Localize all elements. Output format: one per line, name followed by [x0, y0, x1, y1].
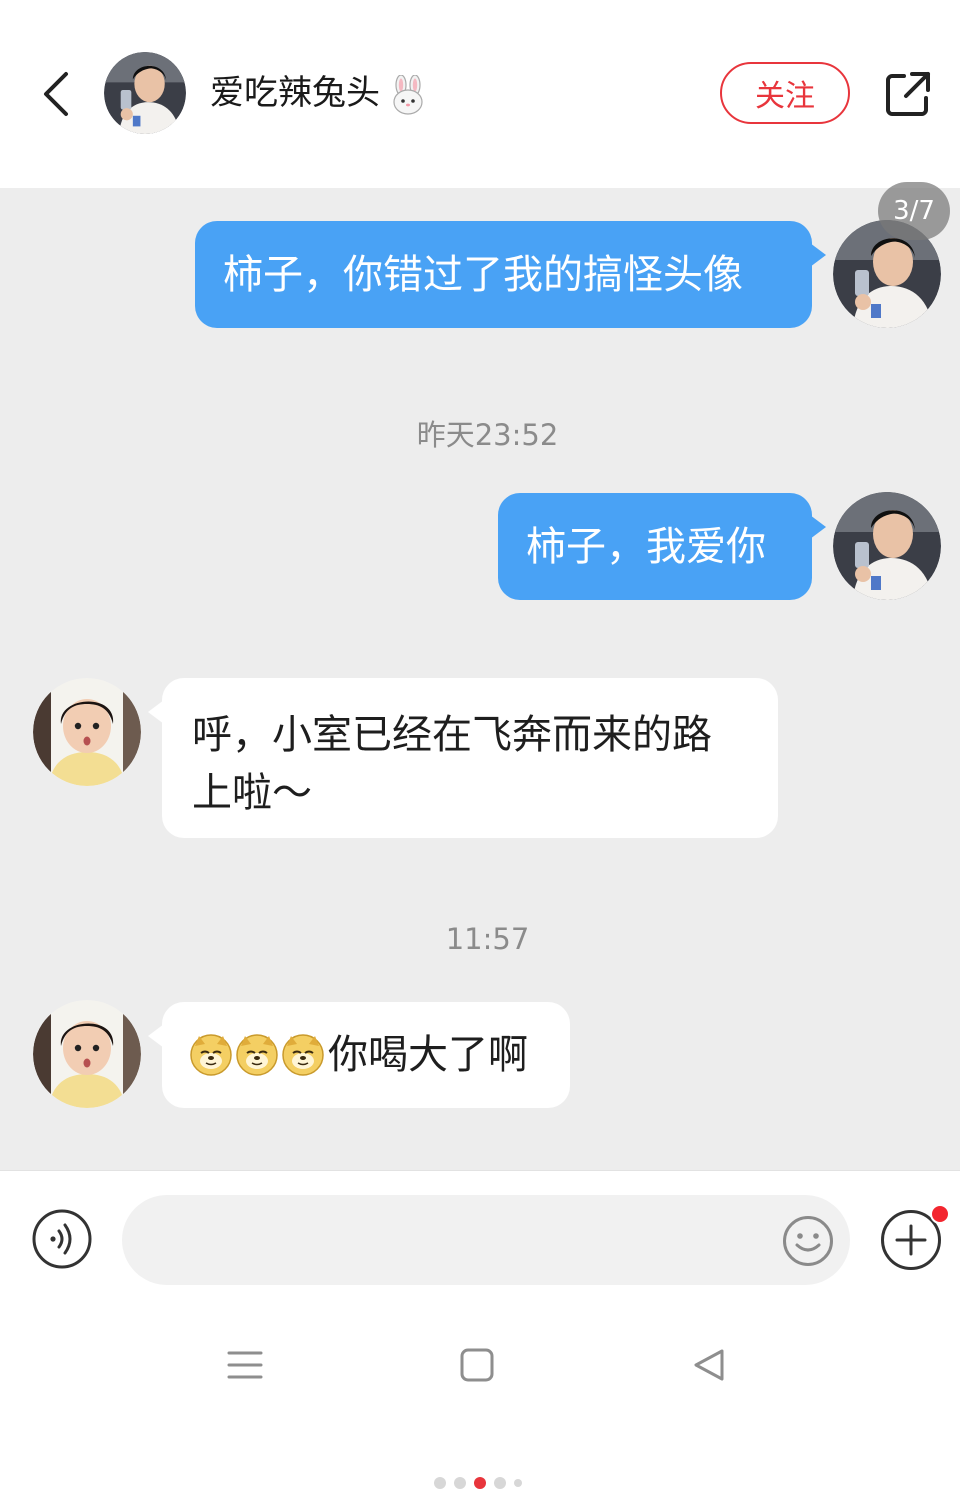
header-avatar[interactable] — [104, 52, 186, 134]
chat-title: 爱吃辣兔头 — [210, 70, 428, 116]
message-text: 你喝大了啊 — [328, 1032, 528, 1078]
page-dot — [434, 1477, 446, 1489]
doge-emoji-icon — [190, 1034, 232, 1076]
message-text: 呼，小室已经在飞奔而来的路上啦～ — [192, 712, 712, 816]
image-counter-badge: 3/7 — [878, 182, 950, 240]
doge-emoji-icon — [236, 1034, 278, 1076]
page-dot — [494, 1477, 506, 1489]
doge-emoji-icon — [282, 1034, 324, 1076]
smiley-icon[interactable] — [782, 1215, 834, 1267]
square-home-icon[interactable] — [458, 1346, 496, 1384]
chat-header: 爱吃辣兔头 关注 — [0, 0, 960, 188]
message-input[interactable] — [122, 1195, 850, 1285]
share-external-icon[interactable] — [884, 70, 932, 118]
message-outgoing[interactable]: 柿子，我爱你 — [498, 493, 826, 600]
rabbit-face-icon — [388, 73, 428, 115]
follow-button[interactable]: 关注 — [720, 62, 850, 124]
timestamp: 11:57 — [445, 922, 530, 956]
page-indicator — [434, 1476, 522, 1490]
page-dot-active — [474, 1477, 486, 1489]
menu-icon[interactable] — [226, 1346, 264, 1384]
message-incoming[interactable]: 呼，小室已经在飞奔而来的路上啦～ — [148, 678, 778, 838]
username: 爱吃辣兔头 — [210, 73, 380, 113]
voice-icon[interactable] — [32, 1209, 92, 1269]
self-avatar[interactable] — [833, 492, 941, 600]
triangle-back-icon[interactable] — [690, 1346, 728, 1384]
message-text: 柿子，你错过了我的搞怪头像 — [223, 251, 743, 298]
contact-avatar[interactable] — [33, 678, 141, 786]
input-bar — [0, 1170, 960, 1294]
notification-dot — [930, 1204, 950, 1224]
chevron-left-icon[interactable] — [36, 68, 80, 120]
message-incoming[interactable]: 你喝大了啊 — [148, 1002, 570, 1108]
message-text: 柿子，我爱你 — [526, 523, 766, 570]
page-dot — [454, 1477, 466, 1489]
contact-avatar[interactable] — [33, 1000, 141, 1108]
chat-area[interactable]: 柿子，你错过了我的搞怪头像 昨天23:52 柿子，我爱你 呼，小室已经在飞奔而来… — [0, 188, 960, 1170]
timestamp: 昨天23:52 — [416, 418, 559, 452]
system-navbar — [0, 1294, 960, 1505]
message-outgoing[interactable]: 柿子，你错过了我的搞怪头像 — [195, 221, 826, 328]
page-dot — [514, 1479, 522, 1487]
